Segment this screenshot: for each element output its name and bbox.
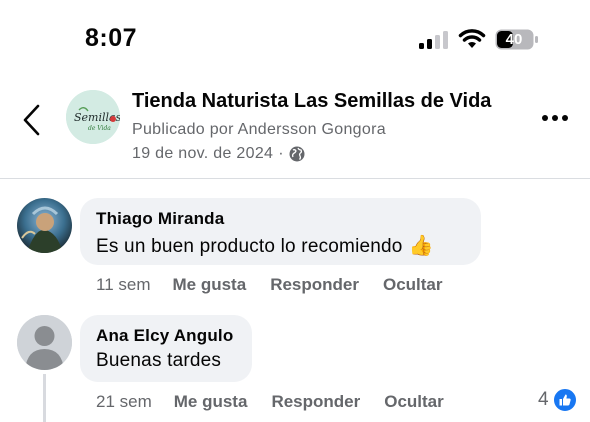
hide-button[interactable]: Ocultar: [383, 275, 443, 295]
reply-thread-line: [43, 374, 46, 422]
page-title[interactable]: Tienda Naturista Las Semillas de Vida: [132, 90, 491, 113]
comment-age[interactable]: 21 sem: [96, 392, 152, 412]
comment-actions: 11 sem Me gusta Responder Ocultar: [96, 275, 467, 295]
default-avatar-icon: [17, 315, 72, 370]
wifi-icon: [458, 29, 486, 48]
cellular-signal-icon: [419, 31, 448, 49]
reply-button[interactable]: Responder: [271, 392, 360, 412]
hide-button[interactable]: Ocultar: [384, 392, 444, 412]
globe-icon: [289, 146, 305, 162]
page-avatar[interactable]: Semillas de Vida: [66, 90, 120, 144]
post-meta: 19 de nov. de 2024 ·: [132, 145, 305, 163]
comment-author[interactable]: Ana Elcy Angulo: [96, 326, 233, 346]
comment-actions: 21 sem Me gusta Responder Ocultar: [96, 392, 468, 412]
post-date[interactable]: 19 de nov. de 2024: [132, 145, 273, 163]
comment-bubble[interactable]: Thiago Miranda Es un buen producto lo re…: [80, 198, 481, 265]
like-button[interactable]: Me gusta: [174, 392, 248, 412]
comment-text: Buenas tardes: [96, 350, 222, 371]
avatar[interactable]: [17, 198, 72, 253]
thumbs-up-emoji: 👍: [408, 235, 434, 257]
page-logo-icon: Semillas de Vida: [66, 90, 120, 144]
chevron-left-icon[interactable]: [18, 102, 46, 138]
svg-text:de Vida: de Vida: [88, 125, 111, 132]
reaction-count: 4: [538, 389, 549, 410]
status-time: 8:07: [85, 24, 138, 52]
comment-bubble[interactable]: Ana Elcy Angulo Buenas tardes: [80, 315, 252, 382]
battery-level: 40: [505, 31, 523, 48]
status-bar: 8:07 40: [0, 0, 590, 80]
avatar[interactable]: [17, 315, 72, 370]
reaction-summary[interactable]: 4: [538, 388, 577, 412]
user-photo-icon: [17, 198, 72, 253]
like-button[interactable]: Me gusta: [173, 275, 247, 295]
comment-age[interactable]: 11 sem: [96, 275, 151, 295]
like-reaction-icon: [552, 388, 577, 412]
comment-text: Es un buen producto lo recomiendo 👍: [96, 233, 434, 258]
meta-separator: ·: [278, 145, 284, 162]
header-divider: [0, 178, 590, 179]
post-header: Semillas de Vida Tienda Naturista Las Se…: [0, 80, 590, 178]
more-horizontal-icon[interactable]: [540, 110, 570, 126]
published-by: Publicado por Andersson Gongora: [132, 121, 386, 138]
comment-author[interactable]: Thiago Miranda: [96, 209, 224, 229]
comment-text-body: Es un buen producto lo recomiendo: [96, 236, 403, 257]
reply-button[interactable]: Responder: [270, 275, 359, 295]
